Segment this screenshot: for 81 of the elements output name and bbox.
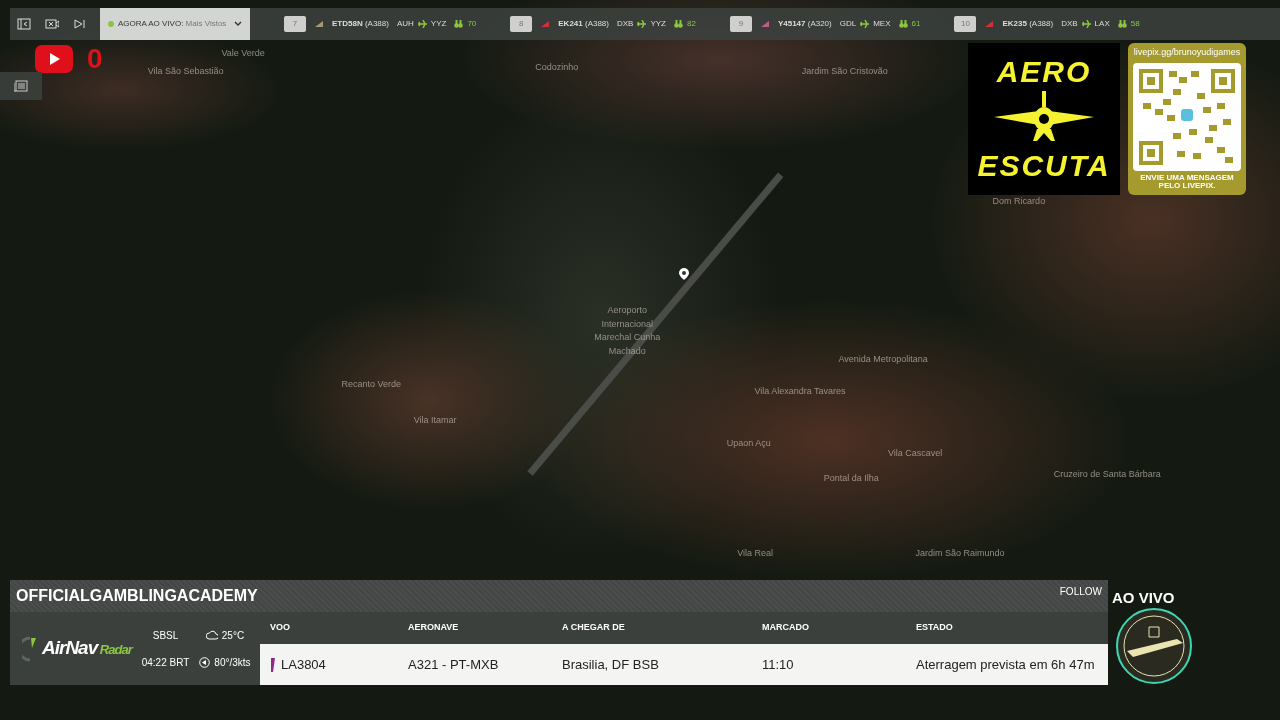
follow-button[interactable]: FOLLOW (1059, 584, 1102, 599)
map-place-label: Vila Alexandra Tavares (754, 385, 846, 399)
flight-label[interactable]: Y45147 (A320) (777, 18, 832, 30)
table-cell: Aterragem prevista em 6h 47m (916, 656, 1095, 672)
temperature: 25°C (221, 628, 245, 643)
origin-code: AUH (396, 18, 414, 30)
flight-label[interactable]: ETD58N (A388) (332, 18, 389, 30)
cloud-icon (205, 630, 218, 640)
plane-icon (637, 20, 647, 28)
plane-icon (417, 20, 427, 28)
map-place-label: Vila Cascavel (888, 446, 943, 460)
side-panel-button[interactable] (0, 72, 42, 100)
destination-code: YYZ (430, 18, 447, 30)
destination-code: YYZ (650, 18, 666, 30)
subscriber-counter: 0 (87, 45, 103, 73)
viewer-count: 61 (911, 18, 921, 30)
flight-label[interactable]: EK241 (A388) (558, 18, 609, 30)
map-pin-icon[interactable] (679, 268, 689, 280)
origin-code: GDL (839, 18, 857, 30)
column-header: ESTADO (916, 621, 954, 635)
table-cell: A321 - PT-MXB (408, 656, 499, 672)
map-place-label: Aeroporto Internacional Marechal Cunha Machado (593, 304, 662, 358)
binoculars-icon (898, 20, 908, 28)
map-place-label: Jardim São Raimundo (915, 547, 1005, 561)
map-place-label: Cruzeiro de Santa Bárbara (1053, 468, 1161, 482)
column-header: MARCADO (762, 621, 810, 635)
plane-icon (1081, 20, 1091, 28)
flight-label[interactable]: EK235 (A388) (1002, 18, 1054, 30)
camera-view-icon (45, 18, 59, 30)
rank-number: 9 (729, 16, 752, 32)
destination-code: MEX (873, 18, 891, 30)
column-header: A CHEGAR DE (562, 621, 626, 635)
column-header: AERONAVE (408, 621, 460, 635)
livepix-message: ENVIE UMA MENSAGEM PELO LIVEPIX. (1139, 173, 1235, 191)
rank-number: 8 (510, 16, 533, 32)
channel-name: OFFICIALGAMBLINGACADEMY (16, 586, 258, 606)
airnav-radar-logo: AirNavRadar (42, 636, 132, 661)
plane-icon (860, 20, 870, 28)
origin-code: DXB (617, 18, 634, 30)
airline-logo-icon (270, 657, 276, 672)
logo-text: ESCUTA (977, 151, 1111, 181)
map-place-label: Jardim São Cristovão (801, 65, 888, 79)
map-place-label: Dom Ricardo (992, 194, 1046, 208)
rank-number: 7 (284, 16, 306, 32)
column-header: VOO (269, 621, 291, 635)
map-place-label: Recanto Verde (341, 378, 401, 392)
rank-number: 10 (954, 16, 977, 32)
map-place-label: Codozinho (535, 61, 579, 75)
list-panel-icon (14, 80, 28, 92)
table-cell: Brasilia, DF BSB (562, 656, 659, 672)
map-place-label: Vale Verde (221, 47, 265, 61)
map-place-label: Vila Itamar (413, 414, 457, 428)
logo-text: AERO (996, 57, 1092, 87)
binoculars-icon (1117, 20, 1127, 28)
map-place-label: Vila São Sebastião (147, 65, 224, 79)
live-label: AO VIVO (1112, 588, 1175, 608)
table-cell-text: LA3804 (281, 655, 326, 674)
live-filter-dropdown[interactable]: AGORA AO VIVO: Mais Vistos (100, 8, 250, 40)
wind-direction-icon (199, 656, 211, 668)
map-place-label: Vila Real (737, 547, 774, 561)
skip-next-icon (73, 18, 87, 30)
map-place-label: Pontal da Ilha (823, 472, 879, 486)
origin-code: DXB (1061, 18, 1078, 30)
table-cell: 11:10 (762, 656, 794, 672)
viewer-count: 82 (687, 18, 696, 30)
wind-reading: 80°/3kts (214, 655, 251, 670)
binoculars-icon (674, 20, 683, 28)
viewer-count: 58 (1130, 18, 1140, 30)
livepix-url: livepix.gg/brunoyudigames (1133, 46, 1241, 59)
map-place-label: Avenida Metropolitana (838, 353, 928, 367)
local-time: 04:22 BRT (141, 655, 190, 670)
map-place-label: Upaon Açu (726, 437, 771, 451)
viewer-count: 70 (467, 18, 477, 30)
chevron-down-icon (234, 21, 242, 27)
airport-code: SBSL (152, 628, 179, 643)
destination-code: LAX (1094, 18, 1110, 30)
youtube-logo-icon (35, 45, 73, 73)
collapse-panel-icon (17, 18, 31, 30)
binoculars-icon (454, 20, 464, 28)
radar-logo-icon (22, 635, 38, 662)
qr-code-icon (1133, 62, 1241, 171)
